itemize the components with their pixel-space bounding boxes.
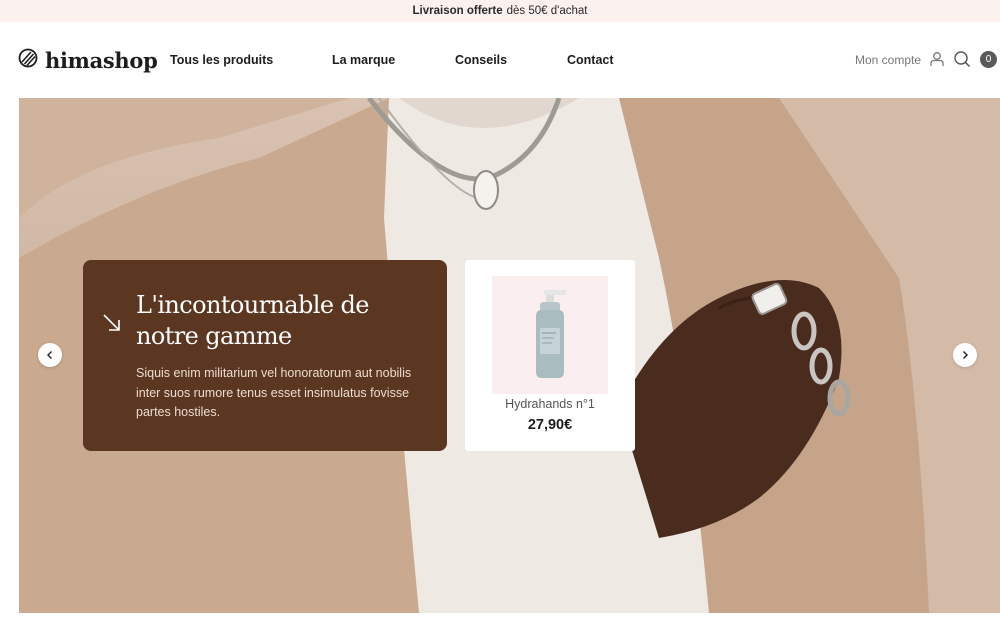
hero-banner: L'incontournable de notre gamme Siquis e… (19, 98, 1000, 613)
product-name: Hydrahands n°1 (505, 397, 595, 411)
chevron-left-icon (47, 351, 52, 359)
product-price: 27,90€ (527, 417, 573, 433)
brand-logo-icon (18, 48, 38, 73)
announcement-bold: Livraison offerte (412, 5, 503, 17)
announcement-bar: Livraison offerte dès 50€ d'achat (0, 0, 1000, 22)
cart-count-badge[interactable]: 0 (980, 51, 997, 68)
brand-logo[interactable]: himashop (18, 48, 158, 73)
product-image (492, 276, 608, 394)
nav-all-products[interactable]: Tous les produits (170, 53, 273, 67)
carousel-next-button[interactable] (953, 343, 977, 367)
brand-name: himashop (45, 48, 158, 73)
product-bottle-image (536, 290, 566, 378)
nav-contact[interactable]: Contact (567, 53, 614, 67)
nav-advice[interactable]: Conseils (455, 53, 507, 67)
carousel-prev-button[interactable] (38, 343, 62, 367)
featured-product-card[interactable]: Hydrahands n°1 27,90€ (465, 260, 635, 451)
announcement-text: dès 50€ d'achat (506, 5, 588, 17)
promo-description: Siquis enim militarium vel honoratorum a… (136, 366, 412, 419)
arrow-down-right-icon (103, 314, 120, 331)
promo-title: L'incontournable de notre gamme (136, 291, 369, 350)
user-icon[interactable] (928, 50, 946, 68)
site-header: himashop Tous les produits La marque Con… (0, 22, 1000, 98)
chevron-right-icon (963, 351, 968, 359)
account-link[interactable]: Mon compte (855, 53, 921, 67)
nav-brand[interactable]: La marque (332, 53, 395, 67)
search-icon[interactable] (953, 50, 971, 68)
promo-card: L'incontournable de notre gamme Siquis e… (83, 260, 447, 451)
